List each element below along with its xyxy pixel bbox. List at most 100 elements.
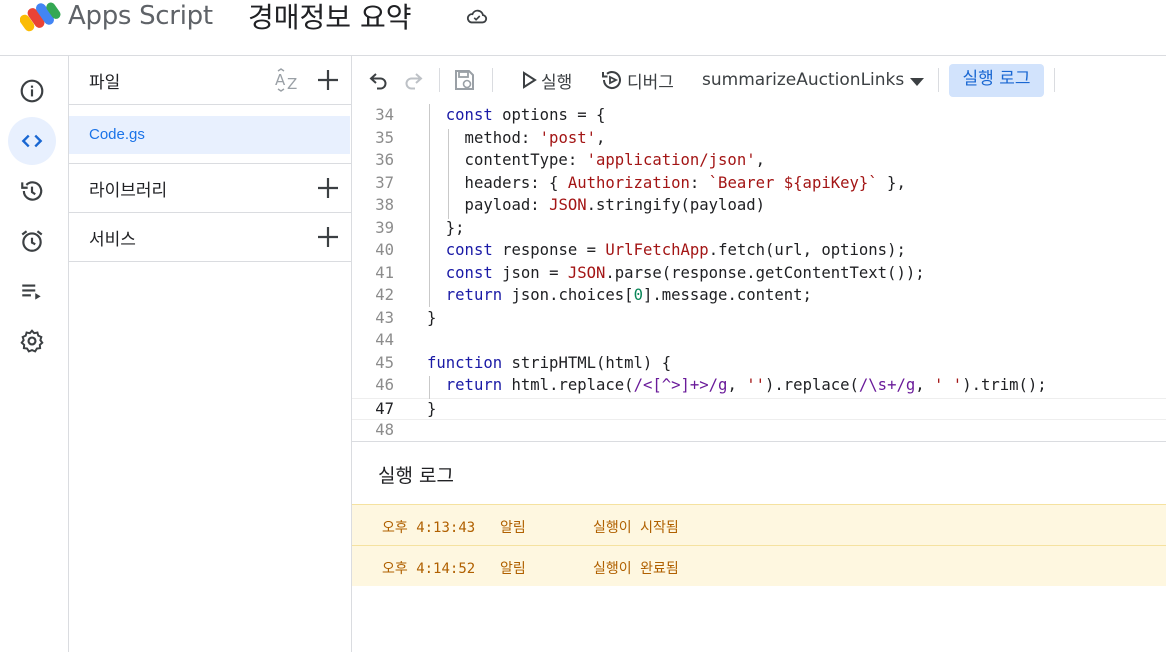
playlist-play-icon bbox=[22, 284, 41, 300]
line-code: } bbox=[427, 308, 437, 327]
svg-text:A: A bbox=[275, 71, 286, 89]
code-line[interactable]: 41 const json = JSON.parse(response.getC… bbox=[352, 263, 1166, 286]
code-line[interactable]: 37 headers: { Authorization: `Bearer ${a… bbox=[352, 173, 1166, 196]
playlist-button[interactable] bbox=[8, 267, 56, 315]
gear-icon bbox=[20, 329, 44, 353]
toolbar-divider bbox=[938, 68, 939, 92]
line-code: const response = UrlFetchApp.fetch(url, … bbox=[445, 241, 906, 259]
log-entry: 오후 4:13:43 알림 실행이 시작됨 bbox=[352, 504, 1166, 545]
add-file-icon[interactable] bbox=[316, 68, 340, 92]
code-icon bbox=[21, 134, 43, 148]
overview-button[interactable] bbox=[8, 67, 56, 115]
log-level: 알림 bbox=[500, 520, 526, 536]
file-name: Code.gs bbox=[89, 126, 145, 143]
line-number: 44 bbox=[375, 331, 394, 349]
files-section-header: 파일 A Z bbox=[69, 56, 352, 105]
executions-button[interactable] bbox=[8, 167, 56, 215]
add-service-icon[interactable] bbox=[316, 225, 340, 249]
cloud-saved-icon bbox=[466, 9, 488, 24]
code-editor[interactable]: 34 const options = {35 method: 'post', 36… bbox=[352, 104, 1166, 441]
line-code: payload: JSON.stringify(payload) bbox=[427, 196, 766, 214]
save-icon[interactable] bbox=[452, 68, 476, 92]
code-line[interactable]: 34 const options = { bbox=[352, 105, 1166, 128]
editor-button[interactable] bbox=[8, 117, 56, 165]
undo-icon[interactable] bbox=[367, 68, 391, 92]
execution-log-title: 실행 로그 bbox=[378, 465, 454, 487]
code-line[interactable]: 47} bbox=[352, 397, 1166, 420]
line-code: return json.choices[0].message.content; bbox=[445, 286, 812, 304]
line-number: 36 bbox=[375, 151, 394, 169]
line-number: 35 bbox=[375, 128, 394, 147]
editor-toolbar: 실행 디버그 summarizeAuctionLinks 실행 로그 bbox=[352, 56, 1166, 104]
alarm-icon bbox=[21, 230, 43, 252]
project-title[interactable]: 경매정보 요약 bbox=[248, 0, 411, 36]
toolbar-divider bbox=[492, 68, 493, 92]
line-code: const options = { bbox=[445, 106, 606, 124]
log-time: 오후 4:13:43 bbox=[382, 520, 476, 536]
line-number: 48 bbox=[375, 421, 394, 439]
settings-button[interactable] bbox=[8, 317, 56, 365]
debug-icon[interactable] bbox=[600, 68, 624, 92]
line-code: contentType: 'application/json', bbox=[427, 151, 765, 169]
apps-script-logo-icon[interactable] bbox=[20, 0, 62, 34]
svg-text:Z: Z bbox=[287, 75, 297, 92]
line-number: 45 bbox=[375, 353, 394, 372]
history-icon bbox=[21, 181, 43, 201]
file-item-code-gs[interactable]: Code.gs bbox=[69, 116, 350, 154]
line-code: return html.replace(/<[^>]+>/g, '').repl… bbox=[445, 376, 1047, 394]
line-number: 37 bbox=[375, 173, 394, 192]
log-level: 알림 bbox=[500, 561, 526, 577]
line-code: method: 'post', bbox=[427, 128, 606, 147]
line-number: 38 bbox=[375, 196, 394, 214]
services-section: 서비스 bbox=[69, 213, 352, 262]
code-line[interactable]: 43} bbox=[352, 308, 1166, 331]
code-line[interactable]: 35 method: 'post', bbox=[352, 128, 1166, 151]
log-message: 실행이 시작됨 bbox=[593, 520, 679, 536]
app-name[interactable]: Apps Script bbox=[68, 1, 213, 31]
line-code: } bbox=[427, 399, 437, 418]
indent-guide bbox=[429, 376, 430, 399]
libraries-section: 라이브러리 bbox=[69, 164, 352, 213]
execution-log-button[interactable]: 실행 로그 bbox=[949, 64, 1044, 97]
line-number: 47 bbox=[375, 399, 394, 418]
indent-guide bbox=[429, 104, 430, 307]
files-label: 파일 bbox=[89, 73, 121, 93]
code-line[interactable]: 40 const response = UrlFetchApp.fetch(ur… bbox=[352, 240, 1166, 263]
line-code: }; bbox=[427, 218, 465, 237]
code-line[interactable]: 46 return html.replace(/<[^>]+>/g, '').r… bbox=[352, 375, 1166, 398]
code-line[interactable]: 38 payload: JSON.stringify(payload) bbox=[352, 195, 1166, 218]
code-line[interactable]: 42 return json.choices[0].message.conten… bbox=[352, 285, 1166, 308]
code-line[interactable]: 36 contentType: 'application/json', bbox=[352, 150, 1166, 173]
function-select[interactable]: summarizeAuctionLinks bbox=[702, 70, 904, 90]
toolbar-divider bbox=[439, 68, 440, 92]
line-code: headers: { Authorization: `Bearer ${apiK… bbox=[427, 173, 906, 192]
redo-icon[interactable] bbox=[401, 68, 425, 92]
code-line[interactable]: 39 }; bbox=[352, 218, 1166, 241]
run-button[interactable]: 실행 bbox=[541, 68, 572, 93]
log-message: 실행이 완료됨 bbox=[593, 561, 679, 577]
line-number: 41 bbox=[375, 263, 394, 282]
code-line[interactable]: 45 function stripHTML(html) { bbox=[352, 353, 1166, 376]
play-icon[interactable] bbox=[517, 68, 541, 92]
dropdown-arrow-icon[interactable] bbox=[905, 70, 929, 94]
code-line[interactable]: 44 bbox=[352, 330, 1166, 353]
services-label: 서비스 bbox=[89, 230, 136, 250]
indent-guide bbox=[448, 129, 449, 219]
execution-log-panel: 실행 로그 오후 4:13:43 알림 실행이 시작됨 오후 4:14:52 알… bbox=[352, 441, 1166, 652]
line-code: const json = JSON.parse(response.getCont… bbox=[445, 263, 925, 282]
line-number: 39 bbox=[375, 218, 394, 237]
log-time: 오후 4:14:52 bbox=[382, 561, 476, 577]
code-line[interactable]: 48 bbox=[352, 420, 1166, 441]
toolbar-divider bbox=[1054, 68, 1055, 92]
libraries-label: 라이브러리 bbox=[89, 181, 168, 201]
line-number: 34 bbox=[375, 106, 394, 124]
sort-az-icon[interactable]: A Z bbox=[273, 68, 301, 92]
add-library-icon[interactable] bbox=[316, 176, 340, 200]
triggers-button[interactable] bbox=[8, 217, 56, 265]
debug-button[interactable]: 디버그 bbox=[627, 68, 674, 93]
info-icon bbox=[20, 79, 44, 103]
app-header: Apps Script 경매정보 요약 bbox=[0, 0, 1166, 56]
files-panel: 파일 A Z Code.gs 라이브러리 서비스 bbox=[69, 56, 352, 652]
line-number: 46 bbox=[375, 376, 394, 394]
line-number: 40 bbox=[375, 241, 394, 259]
